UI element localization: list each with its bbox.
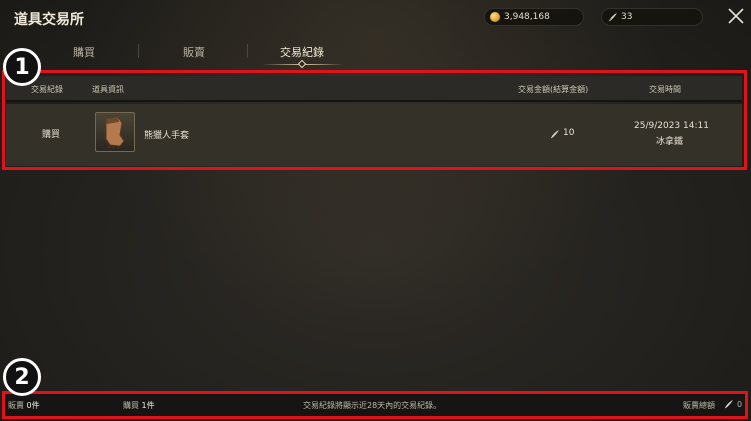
trader-name: 冰拿鐵 [656,137,684,147]
gloves-item-icon[interactable] [95,112,135,152]
trade-price: 10 [563,128,575,138]
annotation-badge-2: 2 [3,358,41,396]
gold-balance: 3,948,168 [484,8,584,26]
page-title: 道具交易所 [14,12,84,28]
sell-label: 販賣 [8,401,24,410]
sell-total-label: 販賣總額 [683,401,715,410]
buy-label: 購買 [123,401,139,410]
history-notice: 交易紀錄將顯示近28天內的交易紀錄。 [303,401,442,410]
close-icon[interactable] [726,6,746,26]
feather-currency-icon [608,12,618,21]
header: 道具交易所 3,948,168 33 [0,0,751,36]
silver-balance: 33 [601,8,703,26]
gloves-graphic [105,116,125,150]
feather-currency-icon [724,399,734,409]
column-header-amount: 交易金額(結算金額) [518,85,589,94]
tab-buy[interactable]: 購買 [73,44,95,60]
column-header-time: 交易時間 [649,85,681,94]
gold-coin-icon [490,12,500,22]
tab-bar: 購買 販賣 交易紀錄 [0,36,751,69]
column-header-item-info: 道具資訊 [92,85,124,94]
gold-amount: 3,948,168 [504,12,550,22]
buy-count: 1件 [141,401,155,410]
footer-summary: 販賣 0件 購買 1件 交易紀錄將顯示近28天內的交易紀錄。 販賣總額 0 [3,393,747,417]
sell-total-value: 0 [737,400,743,409]
feather-currency-icon [550,129,560,139]
item-name: 熊獵人手套 [144,131,190,141]
column-header-record: 交易紀錄 [31,85,63,94]
sell-count-summary: 販賣 0件 [8,400,40,411]
trade-type: 購買 [42,130,61,140]
table-header: 交易紀錄 道具資訊 交易金額(結算金額) 交易時間 [6,76,742,102]
trade-date: 25/9/2023 14:11 [634,121,709,131]
tab-trade-history[interactable]: 交易紀錄 [280,44,324,60]
table-row[interactable]: 購買 熊獵人手套 10 25/9/2023 14:11 冰拿鐵 [6,104,742,166]
annotation-badge-1: 1 [3,48,41,86]
buy-count-summary: 購買 1件 [123,400,155,411]
tab-separator [138,44,139,58]
tab-separator [247,44,248,58]
tab-sell[interactable]: 販賣 [183,44,205,60]
sell-count: 0件 [26,401,40,410]
silver-amount: 33 [621,12,633,22]
